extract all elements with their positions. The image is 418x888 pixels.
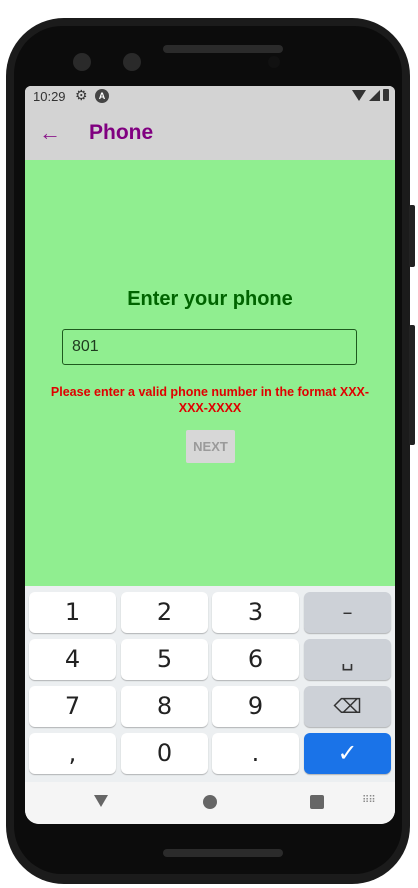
app-notification-icon: A (95, 89, 109, 103)
checkmark-icon[interactable]: ✓ (304, 733, 391, 774)
gear-icon: ⚙ (75, 87, 88, 103)
key-3[interactable]: 3 (212, 592, 299, 633)
nav-home-icon[interactable] (203, 795, 217, 809)
nav-back-icon[interactable] (94, 795, 108, 807)
earpiece-speaker (163, 45, 283, 53)
key-6[interactable]: 6 (212, 639, 299, 680)
key-dash[interactable]: – (304, 592, 391, 633)
key-comma[interactable]: , (29, 733, 116, 774)
nav-recents-icon[interactable] (310, 795, 324, 809)
status-time: 10:29 (33, 89, 66, 104)
phone-form: Enter your phone 801 Please enter a vali… (25, 160, 395, 586)
volume-button (409, 205, 415, 267)
bottom-speaker (163, 849, 283, 857)
key-5[interactable]: 5 (121, 639, 208, 680)
front-camera-icon (123, 53, 141, 71)
backspace-icon[interactable]: ⌫ (304, 686, 391, 727)
next-button[interactable]: NEXT (186, 430, 235, 463)
key-4[interactable]: 4 (29, 639, 116, 680)
system-nav-bar: ⠿⠿ (25, 782, 395, 824)
app-bar: ← Phone (25, 108, 395, 160)
space-key-icon[interactable]: ␣ (304, 639, 391, 680)
key-7[interactable]: 7 (29, 686, 116, 727)
key-9[interactable]: 9 (212, 686, 299, 727)
proximity-sensor (268, 56, 280, 68)
numeric-keyboard: 1 2 3 – 4 5 6 ␣ 7 8 9 ⌫ , 0 . ✓ (25, 586, 395, 782)
error-message: Please enter a valid phone number in the… (50, 385, 370, 415)
arrow-left-icon[interactable]: ← (37, 120, 63, 146)
phone-input[interactable]: 801 (62, 329, 357, 365)
keyboard-switch-icon[interactable]: ⠿⠿ (362, 795, 376, 806)
power-button (409, 325, 415, 445)
battery-icon (383, 89, 389, 101)
status-bar: 10:29 ⚙ A (25, 86, 395, 108)
key-8[interactable]: 8 (121, 686, 208, 727)
key-0[interactable]: 0 (121, 733, 208, 774)
signal-icon (369, 89, 380, 101)
screen: 10:29 ⚙ A ← Phone Enter your phone 801 P… (25, 86, 395, 824)
front-camera-icon (73, 53, 91, 71)
wifi-icon (352, 89, 366, 101)
form-heading: Enter your phone (127, 288, 293, 310)
key-2[interactable]: 2 (121, 592, 208, 633)
system-icons (352, 89, 389, 101)
key-period[interactable]: . (212, 733, 299, 774)
key-1[interactable]: 1 (29, 592, 116, 633)
page-title: Phone (89, 121, 154, 144)
